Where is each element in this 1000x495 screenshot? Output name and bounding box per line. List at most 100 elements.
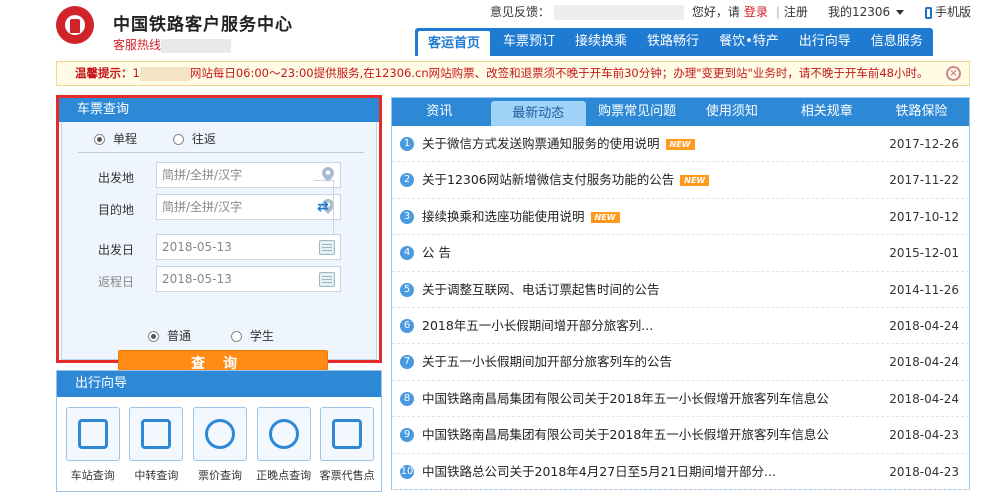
news-row[interactable]: 7 关于五一小长假期间加开部分旅客列车的公告 2018-04-24	[392, 344, 969, 381]
news-title-link[interactable]: 关于12306网站新增微信支付服务功能的公告	[422, 162, 674, 198]
news-title-link[interactable]: 关于五一小长假期间加开部分旅客列车的公告	[422, 344, 672, 380]
new-badge: NEW	[590, 211, 620, 223]
travel-guide-panel: 出行向导 车站查询 中转查询 票价查询 正晚点查询 客票代售点	[56, 370, 382, 492]
to-label: 目的地	[98, 203, 135, 217]
depart-date-value: 2018-05-13	[162, 240, 232, 254]
nav-railway-pass[interactable]: 铁路畅行	[637, 28, 709, 56]
news-date: 2018-04-23	[889, 428, 959, 443]
my12306-menu[interactable]: 我的12306	[828, 3, 905, 20]
transfer-icon	[129, 407, 184, 461]
mobile-label: 手机版	[935, 5, 972, 19]
close-icon[interactable]: ×	[946, 66, 961, 81]
guide-station-query[interactable]: 车站查询	[61, 407, 125, 483]
nav-catering[interactable]: 餐饮•特产	[709, 28, 789, 56]
radio-unchecked-icon	[230, 331, 242, 342]
pax-student-radio[interactable]: 学生	[230, 327, 274, 344]
news-row[interactable]: 6 2018年五一小长假期间增开部分旅客列... 2018-04-24	[392, 308, 969, 345]
news-row[interactable]: 1 关于微信方式发送购票通知服务的使用说明 NEW 2017-12-26	[392, 126, 969, 163]
chevron-down-icon	[896, 10, 905, 15]
news-title-link[interactable]: 关于调整互联网、电话订票起售时间的公告	[422, 272, 660, 308]
nav-travel-guide[interactable]: 出行向导	[789, 28, 861, 56]
news-title-link[interactable]: 接续换乘和选座功能使用说明	[422, 199, 585, 235]
news-row[interactable]: 5 关于调整互联网、电话订票起售时间的公告 2014-11-26	[392, 271, 969, 308]
trip-oneway-label: 单程	[113, 132, 138, 146]
new-badge: NEW	[665, 139, 695, 150]
notice-bar: 温馨提示：1 网站每日06:00～23:00提供服务,在12306.cn网站购票、…	[56, 61, 970, 86]
tab-info[interactable]: 资讯	[392, 98, 487, 126]
calendar-icon[interactable]	[319, 240, 335, 255]
row-number-badge: 7	[400, 355, 414, 370]
news-row[interactable]: 9 中国铁路南昌局集团有限公司关于2018年五一小长假增开旅客列车信息公 2018-…	[392, 417, 969, 454]
news-title-link[interactable]: 公 告	[422, 235, 451, 271]
news-date: 2018-04-24	[889, 391, 959, 406]
guide-items: 车站查询 中转查询 票价查询 正晚点查询 客票代售点	[57, 397, 381, 483]
news-title-link[interactable]: 2018年五一小长假期间增开部分旅客列...	[422, 308, 653, 344]
guide-punctuality-query[interactable]: 正晚点查询	[252, 407, 316, 483]
guide-ticket-agency[interactable]: 客票代售点	[315, 407, 379, 483]
station-icon	[65, 407, 120, 461]
depart-date-input[interactable]: 2018-05-13	[156, 234, 341, 260]
news-date: 2017-12-26	[889, 137, 959, 151]
guide-label: 正晚点查询	[256, 469, 312, 482]
tab-latest[interactable]: 最新动态	[490, 101, 586, 126]
guide-transfer-query[interactable]: 中转查询	[125, 407, 189, 483]
notice-label: 温馨提示：	[75, 66, 133, 80]
news-title-link[interactable]: 中国铁路总公司关于2018年4月27日至5月21日期间增开部分...	[422, 454, 776, 490]
news-title-link[interactable]: 中国铁路南昌局集团有限公司关于2018年五一小长假增开旅客列车信息公	[422, 381, 829, 417]
trip-oneway-radio[interactable]: 单程	[94, 130, 137, 147]
trip-return-radio[interactable]: 往返	[172, 130, 216, 147]
pax-normal-label: 普通	[167, 329, 192, 343]
to-field: 目的地 简拼/全拼/汉字	[98, 194, 341, 220]
nav-home[interactable]: 客运首页	[418, 31, 491, 56]
tab-regulations[interactable]: 相关规章	[779, 98, 874, 126]
greeting-text: 您好，请	[691, 5, 740, 19]
tab-usage-notes[interactable]: 使用须知	[684, 98, 779, 126]
news-title-link[interactable]: 关于微信方式发送购票通知服务的使用说明	[422, 126, 660, 162]
guide-label: 中转查询	[134, 469, 179, 482]
row-number-badge: 9	[400, 428, 414, 443]
notice-blurred	[139, 66, 190, 81]
register-link[interactable]: 注册	[784, 5, 808, 19]
guide-label: 票价查询	[197, 469, 242, 482]
clock-icon	[256, 407, 311, 461]
radio-checked-icon	[148, 331, 159, 342]
swap-stations[interactable]: ⇄	[314, 180, 334, 238]
tab-faq[interactable]: 购票常见问题	[590, 98, 685, 126]
top-utility-bar: 意见反馈： 您好，请 登录 | 注册	[490, 3, 812, 20]
row-number-badge: 10	[400, 464, 414, 479]
news-row[interactable]: 3 接续换乘和选座功能使用说明 NEW 2017-10-12	[392, 198, 969, 236]
return-field: 返程日 2018-05-13	[98, 266, 341, 292]
tab-insurance[interactable]: 铁路保险	[874, 98, 969, 126]
pax-normal-radio[interactable]: 普通	[148, 327, 191, 344]
trip-return-label: 往返	[191, 132, 216, 146]
fare-search-icon	[192, 407, 247, 461]
row-number-badge: 2	[400, 173, 414, 188]
feedback-label: 意见反馈：	[490, 5, 551, 19]
login-link[interactable]: 登录	[744, 5, 768, 19]
news-date: 2018-04-24	[889, 355, 959, 370]
notice-text: 网站每日06:00～23:00提供服务,在12306.cn网站购票、改签和退票须…	[189, 66, 929, 80]
nav-transfer[interactable]: 接续换乘	[565, 28, 637, 56]
news-row[interactable]: 4 公 告 2015-12-01	[392, 235, 969, 272]
news-title-link[interactable]: 中国铁路南昌局集团有限公司关于2018年五一小长假增开旅客列车信息公	[422, 417, 829, 453]
site-brand[interactable]: 中国铁路客户服务中心	[113, 10, 293, 35]
hotline: 客服热线	[113, 36, 232, 53]
news-row[interactable]: 2 关于12306网站新增微信支付服务功能的公告 NEW 2017-11-22	[392, 162, 969, 199]
news-row[interactable]: 8 中国铁路南昌局集团有限公司关于2018年五一小长假增开旅客列车信息公 2018-…	[392, 381, 969, 418]
news-row[interactable]: 10 中国铁路总公司关于2018年4月27日至5月21日期间增开部分... 2018…	[392, 454, 969, 490]
from-label: 出发地	[98, 171, 135, 185]
guide-fare-query[interactable]: 票价查询	[188, 407, 252, 483]
news-panel: 资讯 最新动态 购票常见问题 使用须知 相关规章 铁路保险 1 关于微信方式发送购…	[391, 97, 970, 490]
railway-logo-icon[interactable]	[56, 6, 94, 44]
row-number-badge: 4	[400, 246, 414, 261]
depart-label: 出发日	[98, 243, 135, 257]
my12306-label: 我的12306	[828, 5, 891, 19]
calendar-icon[interactable]	[319, 272, 335, 287]
depart-field: 出发日 2018-05-13	[98, 234, 341, 260]
nav-ticket-booking[interactable]: 车票预订	[493, 28, 565, 56]
row-number-badge: 1	[400, 137, 414, 151]
ticket-agency-icon	[320, 407, 375, 461]
mobile-link[interactable]: 手机版	[925, 3, 971, 20]
return-date-input[interactable]: 2018-05-13	[156, 266, 341, 292]
nav-info-service[interactable]: 信息服务	[861, 28, 933, 56]
